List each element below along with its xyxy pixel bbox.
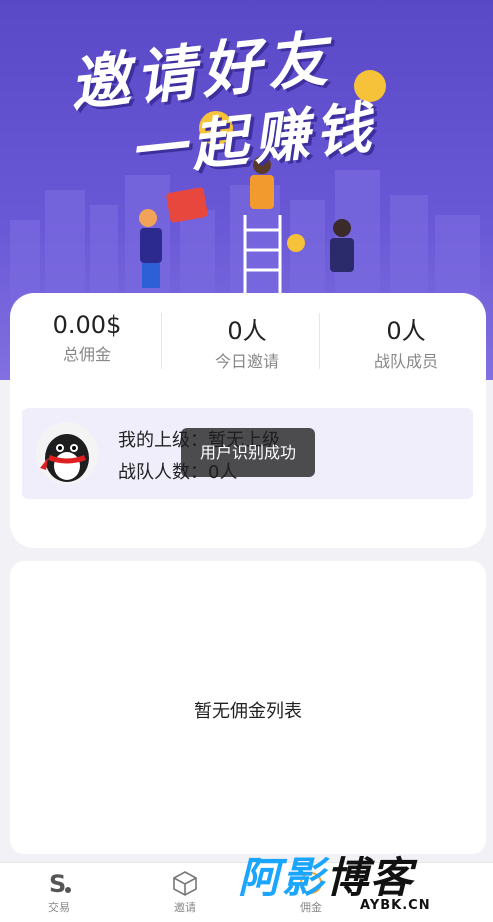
site-watermark: 阿影博客 AYBK.CN — [238, 856, 488, 918]
penguin-avatar-icon — [40, 434, 89, 482]
divider — [161, 313, 162, 369]
banner-headline: 邀请好友 一起赚钱 — [66, 24, 430, 186]
svg-text:S: S — [49, 870, 66, 896]
watermark-title-dark: 博客 — [326, 853, 415, 902]
stat-team-members: 0人 战队成员 — [331, 311, 481, 372]
divider — [319, 313, 320, 369]
watermark-domain: AYBK.CN — [360, 898, 431, 913]
toast-message: 用户识别成功 — [181, 428, 315, 477]
watermark-title: 阿影博客 — [238, 856, 414, 900]
cube-icon — [173, 871, 197, 896]
avatar — [36, 422, 98, 484]
stat-value: 0.00$ — [52, 311, 122, 339]
s-logo-icon: S — [49, 870, 71, 896]
tab-invite[interactable]: 邀请 — [150, 869, 220, 915]
stat-value: 0人 — [386, 317, 426, 345]
stat-label: 总佣金 — [62, 345, 111, 364]
stat-label: 战队成员 — [373, 352, 438, 371]
stat-today-invites: 0人 今日邀请 — [172, 311, 322, 372]
watermark-title-blue: 阿影 — [238, 853, 327, 902]
tab-label: 交易 — [48, 901, 70, 914]
stats-card: 0.00$ 总佣金 0人 今日邀请 0人 战队成员 我的上级：暂无上级 战队人数… — [10, 293, 486, 548]
stat-label: 今日邀请 — [214, 352, 279, 371]
tab-label: 邀请 — [174, 901, 196, 914]
stat-total-commission: 0.00$ 总佣金 — [12, 311, 162, 365]
empty-state-text: 暂无佣金列表 — [194, 701, 302, 722]
stat-value: 0人 — [227, 317, 267, 345]
tab-trade[interactable]: S 交易 — [24, 869, 94, 915]
commission-list: 暂无佣金列表 — [10, 561, 486, 854]
